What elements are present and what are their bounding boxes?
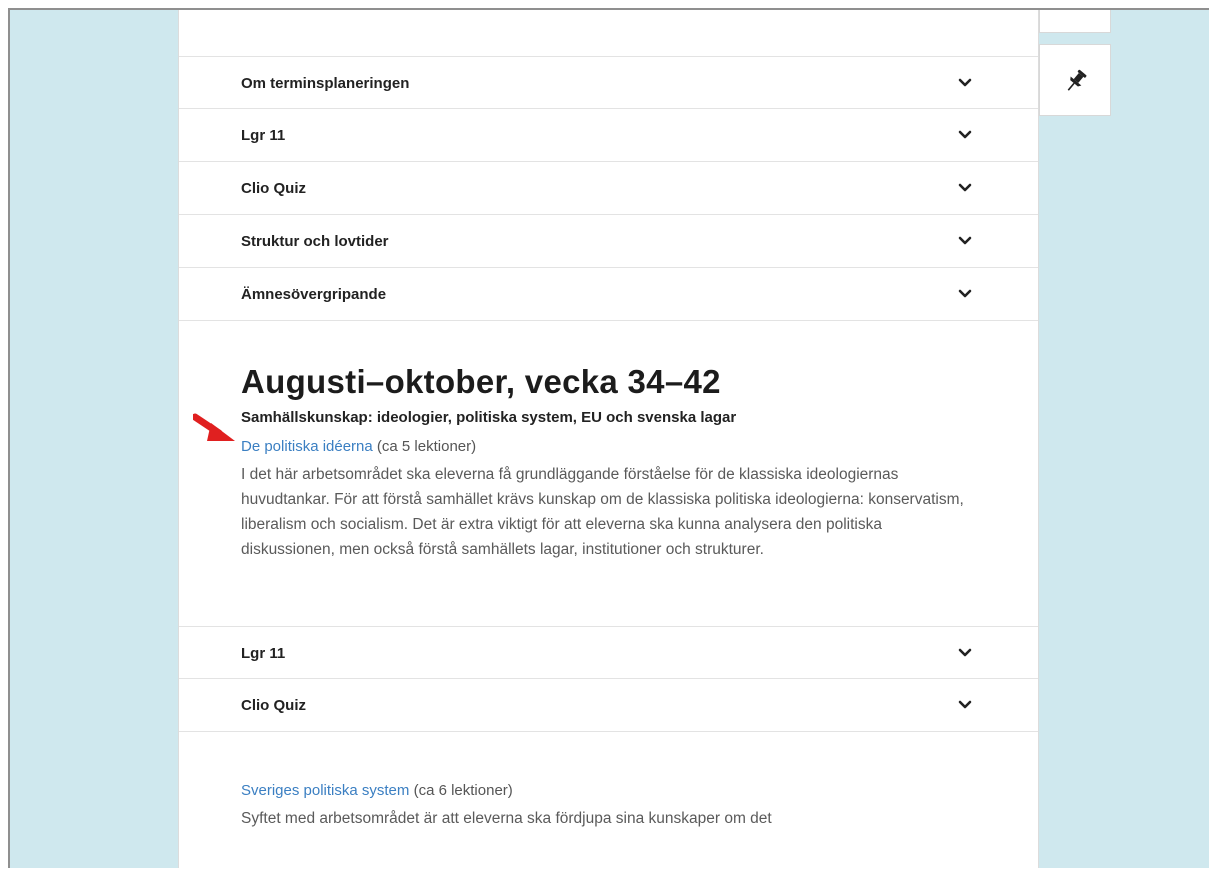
red-arrow-icon <box>193 413 235 441</box>
content-panel: Om terminsplaneringen Lgr 11 Clio Quiz S… <box>178 10 1039 868</box>
accordion-label: Clio Quiz <box>241 697 306 714</box>
accordion-item-om-terminsplaneringen[interactable]: Om terminsplaneringen <box>179 56 1038 109</box>
pin-icon <box>1067 69 1087 91</box>
topic-lesson-count: (ca 5 lektioner) <box>372 438 477 455</box>
accordion-item-clio-quiz[interactable]: Clio Quiz <box>179 162 1038 215</box>
topic-lesson-count: (ca 6 lektioner) <box>409 782 513 799</box>
period-section: Augusti–oktober, vecka 34–42 Samhällskun… <box>179 321 1038 626</box>
accordion-item-lgr11-section[interactable]: Lgr 11 <box>179 626 1038 679</box>
accordion-item-amnesovergripande[interactable]: Ämnesövergripande <box>179 268 1038 321</box>
subject-subheading: Samhällskunskap: ideologier, politiska s… <box>241 409 737 426</box>
chevron-down-icon <box>958 700 972 709</box>
pin-button[interactable] <box>1039 44 1111 116</box>
topic-link-sveriges-politiska-system[interactable]: Sveriges politiska system <box>241 782 409 799</box>
accordion-item-struktur-och-lovtider[interactable]: Struktur och lovtider <box>179 215 1038 268</box>
chevron-down-icon <box>958 236 972 245</box>
accordion-label: Ämnesövergripande <box>241 286 387 303</box>
top-spacer <box>179 10 1038 56</box>
chevron-down-icon <box>958 130 972 139</box>
accordion-label: Clio Quiz <box>241 180 306 197</box>
topic-line: Sveriges politiska system (ca 6 lektione… <box>241 778 976 804</box>
accordion-label: Struktur och lovtider <box>241 233 389 250</box>
accordion-label: Lgr 11 <box>241 127 286 144</box>
period-heading: Augusti–oktober, vecka 34–42 <box>241 363 721 400</box>
topic-line: De politiska idéerna (ca 5 lektioner) <box>241 434 976 460</box>
topic-description: I det här arbetsområdet ska eleverna få … <box>241 466 964 558</box>
accordion-label: Lgr 11 <box>241 645 286 662</box>
accordion-item-lgr11[interactable]: Lgr 11 <box>179 109 1038 162</box>
accordion-mid: Lgr 11 Clio Quiz <box>179 626 1038 732</box>
accordion-label: Om terminsplaneringen <box>241 75 410 92</box>
second-topic-section: Sveriges politiska system (ca 6 lektione… <box>179 732 1038 831</box>
chevron-down-icon <box>958 183 972 192</box>
browser-viewport: Om terminsplaneringen Lgr 11 Clio Quiz S… <box>8 8 1209 868</box>
chevron-down-icon <box>958 648 972 657</box>
topic-link-politiska-ideerna[interactable]: De politiska idéerna <box>241 438 373 455</box>
chevron-down-icon <box>958 289 972 298</box>
chevron-down-icon <box>958 78 972 87</box>
accordion-item-clio-quiz-section[interactable]: Clio Quiz <box>179 679 1038 732</box>
side-tab-top[interactable] <box>1039 10 1111 33</box>
accordion-top: Om terminsplaneringen Lgr 11 Clio Quiz S… <box>179 56 1038 321</box>
topic-description: Syftet med arbetsområdet är att eleverna… <box>241 810 772 827</box>
